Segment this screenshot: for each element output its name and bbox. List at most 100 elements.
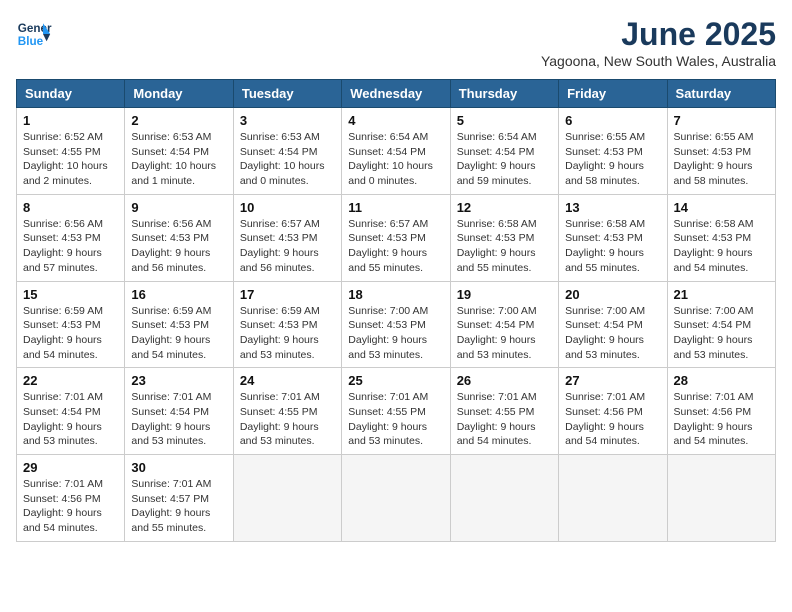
day-info: Sunrise: 6:52 AM Sunset: 4:55 PM Dayligh… [23, 130, 118, 189]
calendar-cell [342, 455, 450, 542]
calendar-cell: 14Sunrise: 6:58 AM Sunset: 4:53 PM Dayli… [667, 194, 775, 281]
day-number: 7 [674, 113, 769, 128]
day-number: 20 [565, 287, 660, 302]
calendar-cell [450, 455, 558, 542]
day-info: Sunrise: 6:53 AM Sunset: 4:54 PM Dayligh… [131, 130, 226, 189]
calendar-cell: 10 Sunrise: 6:57 AM Sunset: 4:53 PM Dayli… [233, 194, 341, 281]
day-info: Sunrise: 6:56 AM Sunset: 4:53 PM Dayligh… [23, 217, 118, 276]
day-number: 8 [23, 200, 118, 215]
col-header-tuesday: Tuesday [233, 80, 341, 108]
day-info: Sunrise: 6:59 AM Sunset: 4:53 PM Dayligh… [131, 304, 226, 363]
logo: General Blue [16, 16, 52, 52]
calendar-week-row: 1 Sunrise: 6:52 AM Sunset: 4:55 PM Daylig… [17, 108, 776, 195]
day-info: Sunrise: 7:01 AM Sunset: 4:57 PM Dayligh… [131, 477, 226, 536]
day-number: 26 [457, 373, 552, 388]
calendar-cell: 7Sunrise: 6:55 AM Sunset: 4:53 PM Daylig… [667, 108, 775, 195]
col-header-friday: Friday [559, 80, 667, 108]
calendar-table: SundayMondayTuesdayWednesdayThursdayFrid… [16, 79, 776, 542]
day-info: Sunrise: 7:00 AM Sunset: 4:54 PM Dayligh… [457, 304, 552, 363]
day-number: 19 [457, 287, 552, 302]
day-info: Sunrise: 7:00 AM Sunset: 4:53 PM Dayligh… [348, 304, 443, 363]
day-info: Sunrise: 7:01 AM Sunset: 4:56 PM Dayligh… [23, 477, 118, 536]
calendar-cell: 24 Sunrise: 7:01 AM Sunset: 4:55 PM Dayli… [233, 368, 341, 455]
day-number: 27 [565, 373, 660, 388]
title-area: June 2025 Yagoona, New South Wales, Aust… [541, 16, 776, 69]
calendar-cell: 23Sunrise: 7:01 AM Sunset: 4:54 PM Dayli… [125, 368, 233, 455]
day-number: 13 [565, 200, 660, 215]
day-info: Sunrise: 7:00 AM Sunset: 4:54 PM Dayligh… [674, 304, 769, 363]
main-title: June 2025 [541, 16, 776, 53]
day-info: Sunrise: 6:55 AM Sunset: 4:53 PM Dayligh… [565, 130, 660, 189]
calendar-week-row: 15 Sunrise: 6:59 AM Sunset: 4:53 PM Dayli… [17, 281, 776, 368]
day-info: Sunrise: 6:57 AM Sunset: 4:53 PM Dayligh… [240, 217, 335, 276]
day-number: 18 [348, 287, 443, 302]
calendar-cell: 15 Sunrise: 6:59 AM Sunset: 4:53 PM Dayli… [17, 281, 125, 368]
calendar-cell: 13 Sunrise: 6:58 AM Sunset: 4:53 PM Dayli… [559, 194, 667, 281]
calendar-cell: 25 Sunrise: 7:01 AM Sunset: 4:55 PM Dayli… [342, 368, 450, 455]
day-number: 9 [131, 200, 226, 215]
day-number: 29 [23, 460, 118, 475]
day-info: Sunrise: 6:57 AM Sunset: 4:53 PM Dayligh… [348, 217, 443, 276]
calendar-cell: 30 Sunrise: 7:01 AM Sunset: 4:57 PM Dayli… [125, 455, 233, 542]
day-number: 15 [23, 287, 118, 302]
day-info: Sunrise: 7:01 AM Sunset: 4:55 PM Dayligh… [457, 390, 552, 449]
day-info: Sunrise: 7:01 AM Sunset: 4:55 PM Dayligh… [240, 390, 335, 449]
calendar-cell: 4 Sunrise: 6:54 AM Sunset: 4:54 PM Daylig… [342, 108, 450, 195]
day-info: Sunrise: 7:01 AM Sunset: 4:56 PM Dayligh… [674, 390, 769, 449]
calendar-cell: 19 Sunrise: 7:00 AM Sunset: 4:54 PM Dayli… [450, 281, 558, 368]
day-number: 24 [240, 373, 335, 388]
calendar-cell: 18 Sunrise: 7:00 AM Sunset: 4:53 PM Dayli… [342, 281, 450, 368]
calendar-cell: 1 Sunrise: 6:52 AM Sunset: 4:55 PM Daylig… [17, 108, 125, 195]
day-number: 16 [131, 287, 226, 302]
day-number: 17 [240, 287, 335, 302]
calendar-cell: 5 Sunrise: 6:54 AM Sunset: 4:54 PM Daylig… [450, 108, 558, 195]
col-header-thursday: Thursday [450, 80, 558, 108]
calendar-cell: 16 Sunrise: 6:59 AM Sunset: 4:53 PM Dayli… [125, 281, 233, 368]
day-number: 28 [674, 373, 769, 388]
calendar-week-row: 8 Sunrise: 6:56 AM Sunset: 4:53 PM Daylig… [17, 194, 776, 281]
day-info: Sunrise: 6:58 AM Sunset: 4:53 PM Dayligh… [565, 217, 660, 276]
day-number: 3 [240, 113, 335, 128]
day-number: 4 [348, 113, 443, 128]
calendar-cell: 6 Sunrise: 6:55 AM Sunset: 4:53 PM Daylig… [559, 108, 667, 195]
col-header-saturday: Saturday [667, 80, 775, 108]
col-header-wednesday: Wednesday [342, 80, 450, 108]
logo-icon: General Blue [16, 16, 52, 52]
calendar-cell [559, 455, 667, 542]
day-number: 21 [674, 287, 769, 302]
day-info: Sunrise: 6:53 AM Sunset: 4:54 PM Dayligh… [240, 130, 335, 189]
calendar-cell: 3 Sunrise: 6:53 AM Sunset: 4:54 PM Daylig… [233, 108, 341, 195]
day-number: 30 [131, 460, 226, 475]
calendar-cell [233, 455, 341, 542]
calendar-cell: 9Sunrise: 6:56 AM Sunset: 4:53 PM Daylig… [125, 194, 233, 281]
calendar-cell: 8 Sunrise: 6:56 AM Sunset: 4:53 PM Daylig… [17, 194, 125, 281]
calendar-cell: 11Sunrise: 6:57 AM Sunset: 4:53 PM Dayli… [342, 194, 450, 281]
calendar-cell: 12Sunrise: 6:58 AM Sunset: 4:53 PM Dayli… [450, 194, 558, 281]
subtitle: Yagoona, New South Wales, Australia [541, 53, 776, 69]
day-number: 5 [457, 113, 552, 128]
day-info: Sunrise: 7:00 AM Sunset: 4:54 PM Dayligh… [565, 304, 660, 363]
day-number: 10 [240, 200, 335, 215]
day-info: Sunrise: 6:54 AM Sunset: 4:54 PM Dayligh… [457, 130, 552, 189]
day-number: 2 [131, 113, 226, 128]
calendar-cell: 28 Sunrise: 7:01 AM Sunset: 4:56 PM Dayli… [667, 368, 775, 455]
day-info: Sunrise: 6:59 AM Sunset: 4:53 PM Dayligh… [23, 304, 118, 363]
day-info: Sunrise: 6:58 AM Sunset: 4:53 PM Dayligh… [674, 217, 769, 276]
day-info: Sunrise: 6:54 AM Sunset: 4:54 PM Dayligh… [348, 130, 443, 189]
calendar-cell: 2 Sunrise: 6:53 AM Sunset: 4:54 PM Daylig… [125, 108, 233, 195]
calendar-cell: 26 Sunrise: 7:01 AM Sunset: 4:55 PM Dayli… [450, 368, 558, 455]
day-number: 6 [565, 113, 660, 128]
calendar-week-row: 22Sunrise: 7:01 AM Sunset: 4:54 PM Dayli… [17, 368, 776, 455]
svg-text:Blue: Blue [18, 35, 44, 48]
col-header-sunday: Sunday [17, 80, 125, 108]
day-number: 25 [348, 373, 443, 388]
day-info: Sunrise: 6:59 AM Sunset: 4:53 PM Dayligh… [240, 304, 335, 363]
calendar-cell: 22Sunrise: 7:01 AM Sunset: 4:54 PM Dayli… [17, 368, 125, 455]
calendar-cell: 17 Sunrise: 6:59 AM Sunset: 4:53 PM Dayli… [233, 281, 341, 368]
day-info: Sunrise: 7:01 AM Sunset: 4:54 PM Dayligh… [23, 390, 118, 449]
day-number: 12 [457, 200, 552, 215]
calendar-cell [667, 455, 775, 542]
day-info: Sunrise: 7:01 AM Sunset: 4:56 PM Dayligh… [565, 390, 660, 449]
day-info: Sunrise: 7:01 AM Sunset: 4:55 PM Dayligh… [348, 390, 443, 449]
day-number: 1 [23, 113, 118, 128]
